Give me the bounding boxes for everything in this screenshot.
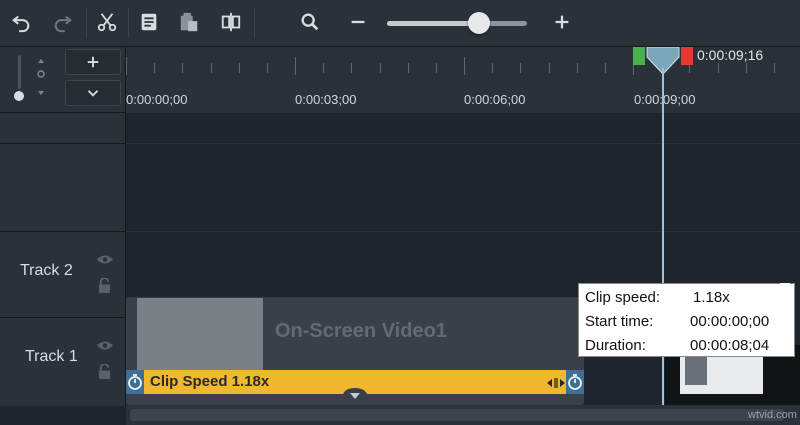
timeline-left-header — [0, 47, 126, 112]
out-point-marker[interactable] — [681, 47, 693, 65]
track-label-cell — [0, 143, 126, 232]
tooltip-label: Duration: — [585, 337, 646, 354]
clip-info-tooltip: Clip speed: 1.18x Start time: 00:00:00;0… — [578, 283, 795, 357]
track-label-cell — [0, 112, 126, 144]
track-row[interactable] — [126, 112, 800, 144]
lock-icon[interactable] — [98, 277, 111, 298]
watermark: wtvid.com — [748, 409, 797, 421]
toolbar — [0, 0, 800, 47]
ruler-tick — [464, 57, 465, 75]
zoom-slider-knob[interactable] — [468, 12, 490, 34]
redo-icon[interactable] — [46, 5, 80, 39]
ruler-tick — [520, 63, 521, 73]
split-icon[interactable] — [214, 5, 248, 39]
ruler-tick — [154, 63, 155, 73]
paste-icon[interactable] — [172, 5, 206, 39]
search-icon[interactable] — [293, 5, 327, 39]
ruler-tick — [126, 57, 127, 75]
ruler-tick — [380, 63, 381, 73]
undo-icon[interactable] — [4, 5, 38, 39]
ruler-tick — [605, 63, 606, 73]
track-header-2[interactable]: Track 2 — [0, 231, 126, 318]
ruler-label: 0:00:00;00 — [126, 92, 188, 107]
ruler-tick — [718, 63, 719, 73]
resize-handle-icon[interactable] — [546, 376, 566, 388]
ruler-tick — [774, 63, 775, 73]
ruler-tick — [295, 57, 296, 75]
ruler-tick — [211, 63, 212, 73]
next-clip-thumbnail-part — [685, 357, 707, 385]
ruler-tick — [267, 63, 268, 73]
tooltip-label: Start time: — [585, 313, 654, 330]
ruler-tick — [436, 63, 437, 73]
ruler-tick — [182, 63, 183, 73]
plus-icon[interactable] — [545, 5, 579, 39]
tooltip-scroll-area — [780, 283, 790, 313]
tooltip-value: 1.18x — [693, 289, 730, 306]
track-height-slider[interactable] — [18, 55, 21, 89]
ruler-tick — [323, 63, 324, 73]
add-track-button[interactable] — [65, 49, 121, 75]
ruler-label: 0:00:09;00 — [634, 92, 696, 107]
ruler-tick — [549, 63, 550, 73]
track-name: Track 1 — [25, 348, 78, 365]
eye-icon[interactable] — [96, 338, 114, 356]
track-height-knob[interactable] — [14, 91, 24, 101]
clip-speed-label: Clip Speed 1.18x — [150, 373, 270, 390]
clip-title: On-Screen Video1 — [275, 320, 447, 342]
track-header-1[interactable]: Track 1 — [0, 317, 126, 406]
zoom-slider-fill — [387, 21, 479, 26]
ruler-tick — [746, 63, 747, 73]
collapse-button[interactable] — [65, 80, 121, 106]
ruler-label: 0:00:03;00 — [295, 92, 357, 107]
lock-icon[interactable] — [98, 363, 111, 384]
track-row[interactable] — [126, 143, 800, 232]
ruler-tick — [408, 63, 409, 73]
ruler-tick — [239, 63, 240, 73]
track-zoom-icon — [36, 57, 46, 97]
ruler-tick — [577, 63, 578, 73]
clip-thumbnail — [137, 298, 263, 370]
stopwatch-icon[interactable] — [566, 370, 584, 394]
ruler-tick — [492, 63, 493, 73]
tooltip-label: Clip speed: — [585, 289, 661, 306]
note-icon[interactable] — [132, 5, 166, 39]
horizontal-scrollbar[interactable] — [130, 409, 784, 421]
minus-icon[interactable] — [341, 5, 375, 39]
ruler-tick — [351, 63, 352, 73]
stopwatch-icon[interactable] — [126, 370, 144, 394]
eye-icon[interactable] — [96, 252, 114, 270]
track-name: Track 2 — [20, 262, 73, 279]
ruler-label: 0:00:06;00 — [464, 92, 526, 107]
tooltip-value: 00:00:08;04 — [690, 337, 770, 354]
clip-expand-icon[interactable] — [343, 388, 367, 402]
playhead-time: 0:00:09;16 — [697, 47, 764, 63]
scissors-icon[interactable] — [90, 5, 124, 39]
tooltip-value: 00:00:00;00 — [690, 313, 770, 330]
